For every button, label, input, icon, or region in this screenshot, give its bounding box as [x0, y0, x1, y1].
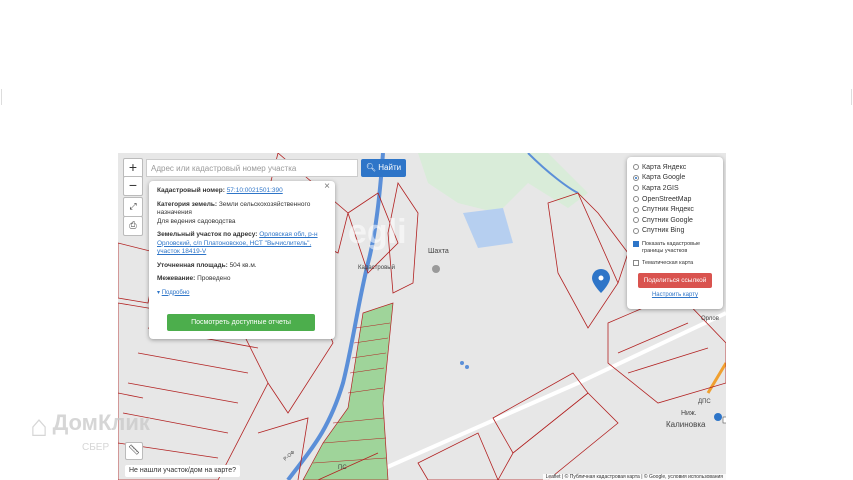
- layer-option-label: Карта 2GIS: [642, 184, 679, 192]
- more-row: ▾ Подробно: [157, 289, 327, 298]
- parcel-info-card: × Кадастровый номер: 57:10:0021501:390 К…: [149, 181, 335, 339]
- layer-option-label: Карта Яндекс: [642, 163, 687, 171]
- watermark-sub: СБЕР: [82, 442, 110, 453]
- layer-option-label: Спутник Яндекс: [642, 206, 694, 214]
- radio-unselected[interactable]: [633, 217, 639, 224]
- address-label: Земельный участок по адресу:: [157, 231, 258, 238]
- label-ps: ПС: [338, 465, 347, 471]
- radio-unselected[interactable]: [633, 227, 639, 234]
- label-shakhta: Шахта: [428, 248, 449, 255]
- area-row: Уточненная площадь: 504 кв.м.: [157, 262, 327, 271]
- label-nizh: Ниж.: [681, 410, 697, 417]
- ps-sign: [722, 416, 726, 424]
- ruler-icon: 📏︎: [127, 445, 141, 456]
- orange-road: [706, 362, 726, 394]
- survey-label: Межевание:: [157, 275, 196, 282]
- layer-option[interactable]: Карта Google: [633, 173, 717, 184]
- more-link[interactable]: Подробно: [162, 290, 190, 296]
- not-found-link[interactable]: Не нашли участок/дом на карте?: [125, 465, 240, 477]
- survey-row: Межевание: Проведено: [157, 275, 327, 284]
- search-button-label: Найти: [378, 163, 402, 172]
- map-attribution: Leaflet | © Публичная кадастровая карта …: [542, 474, 726, 480]
- layers-panel: Карта Яндекс Карта Google Карта 2GIS OpenSt…: [627, 157, 723, 309]
- category-row: Категория земель: Земли сельскохозяйстве…: [157, 201, 327, 227]
- zoom-in-button[interactable]: +: [123, 158, 143, 178]
- watermark-brand: ДомКлик: [52, 410, 150, 435]
- label-dps: ДПС: [698, 399, 711, 405]
- cadastral-link[interactable]: 57:10:0021501:390: [227, 187, 283, 194]
- zoom-out-button[interactable]: −: [123, 176, 143, 196]
- layer-list: Карта Яндекс Карта Google Карта 2GIS OpenSt…: [633, 162, 717, 236]
- right-edge-mark: [851, 89, 852, 105]
- share-link-button[interactable]: Поделиться ссылкой: [638, 273, 712, 289]
- layer-option[interactable]: Карта 2GIS: [633, 183, 717, 194]
- label-kadi: Кадастровый: [358, 265, 395, 271]
- radio-unselected[interactable]: [633, 185, 639, 192]
- layer-option[interactable]: Спутник Google: [633, 215, 717, 226]
- layer-option-label: Спутник Bing: [642, 227, 685, 235]
- left-edge-mark: [1, 89, 2, 105]
- cadastral-label: Кадастровый номер:: [157, 187, 225, 194]
- radio-unselected[interactable]: [633, 164, 639, 171]
- layer-option-label: Спутник Google: [642, 216, 693, 224]
- search-button[interactable]: 🔍︎ Найти: [361, 159, 406, 177]
- radio-unselected[interactable]: [633, 206, 639, 213]
- expand-icon: ⤢: [129, 201, 137, 211]
- print-button[interactable]: ⎙: [123, 216, 143, 236]
- checkbox-unchecked[interactable]: [633, 260, 639, 267]
- view-reports-button[interactable]: Посмотреть доступные отчеты: [167, 314, 315, 331]
- boundaries-checkbox[interactable]: Показать кадастровые границы участков: [633, 241, 717, 255]
- area-label: Уточненная площадь:: [157, 261, 228, 269]
- layer-option[interactable]: Спутник Яндекс: [633, 204, 717, 215]
- ruler-button[interactable]: 📏︎: [125, 442, 143, 460]
- domclick-watermark: ⌂ ДомКлик СБЕР: [30, 410, 150, 453]
- search-input[interactable]: [146, 159, 358, 177]
- water-body: [463, 208, 513, 248]
- checkbox-checked[interactable]: [633, 241, 639, 248]
- place-dot: [465, 365, 469, 369]
- cadastral-row: Кадастровый номер: 57:10:0021501:390: [157, 187, 327, 196]
- watermark-top: egli: [348, 213, 407, 251]
- layer-option-label: Карта Google: [642, 174, 686, 182]
- printer-icon: ⎙: [129, 220, 137, 230]
- place-pin: [432, 265, 440, 273]
- label-kalinovka: Калиновка: [666, 420, 706, 429]
- location-marker: [592, 269, 610, 293]
- fullscreen-button[interactable]: ⤢: [123, 197, 143, 217]
- layer-option[interactable]: Спутник Bing: [633, 226, 717, 237]
- layer-option[interactable]: Карта Яндекс: [633, 162, 717, 173]
- use-value: Для ведения садоводства: [157, 217, 236, 225]
- close-icon[interactable]: ×: [324, 182, 330, 192]
- thematic-checkbox[interactable]: Тематическая карта: [633, 260, 717, 267]
- thematic-label: Тематическая карта: [642, 260, 694, 267]
- fuel-icon: [714, 413, 722, 421]
- layer-option[interactable]: OpenStreetMap: [633, 194, 717, 205]
- place-dot: [460, 361, 464, 365]
- main-road: [357, 311, 726, 480]
- cadastral-map[interactable]: egli Шахта Кадастровый Ниж. Калиновка ДП…: [118, 153, 726, 480]
- area-value: 504 кв.м.: [229, 261, 257, 269]
- survey-value: Проведено: [197, 275, 231, 282]
- domclick-logo-icon: ⌂: [30, 410, 49, 443]
- layer-option-label: OpenStreetMap: [642, 195, 692, 203]
- label-orlo: Орлов: [701, 316, 719, 322]
- boundaries-label: Показать кадастровые границы участков: [642, 241, 701, 255]
- search-icon: 🔍︎: [365, 163, 377, 172]
- chevron-down-icon: ▾: [157, 289, 161, 296]
- address-row: Земельный участок по адресу: Орловская о…: [157, 231, 327, 257]
- category-label: Категория земель:: [157, 200, 218, 208]
- radio-selected[interactable]: [633, 174, 639, 181]
- setup-map-link[interactable]: Настроить карту: [633, 292, 717, 298]
- radio-unselected[interactable]: [633, 196, 639, 203]
